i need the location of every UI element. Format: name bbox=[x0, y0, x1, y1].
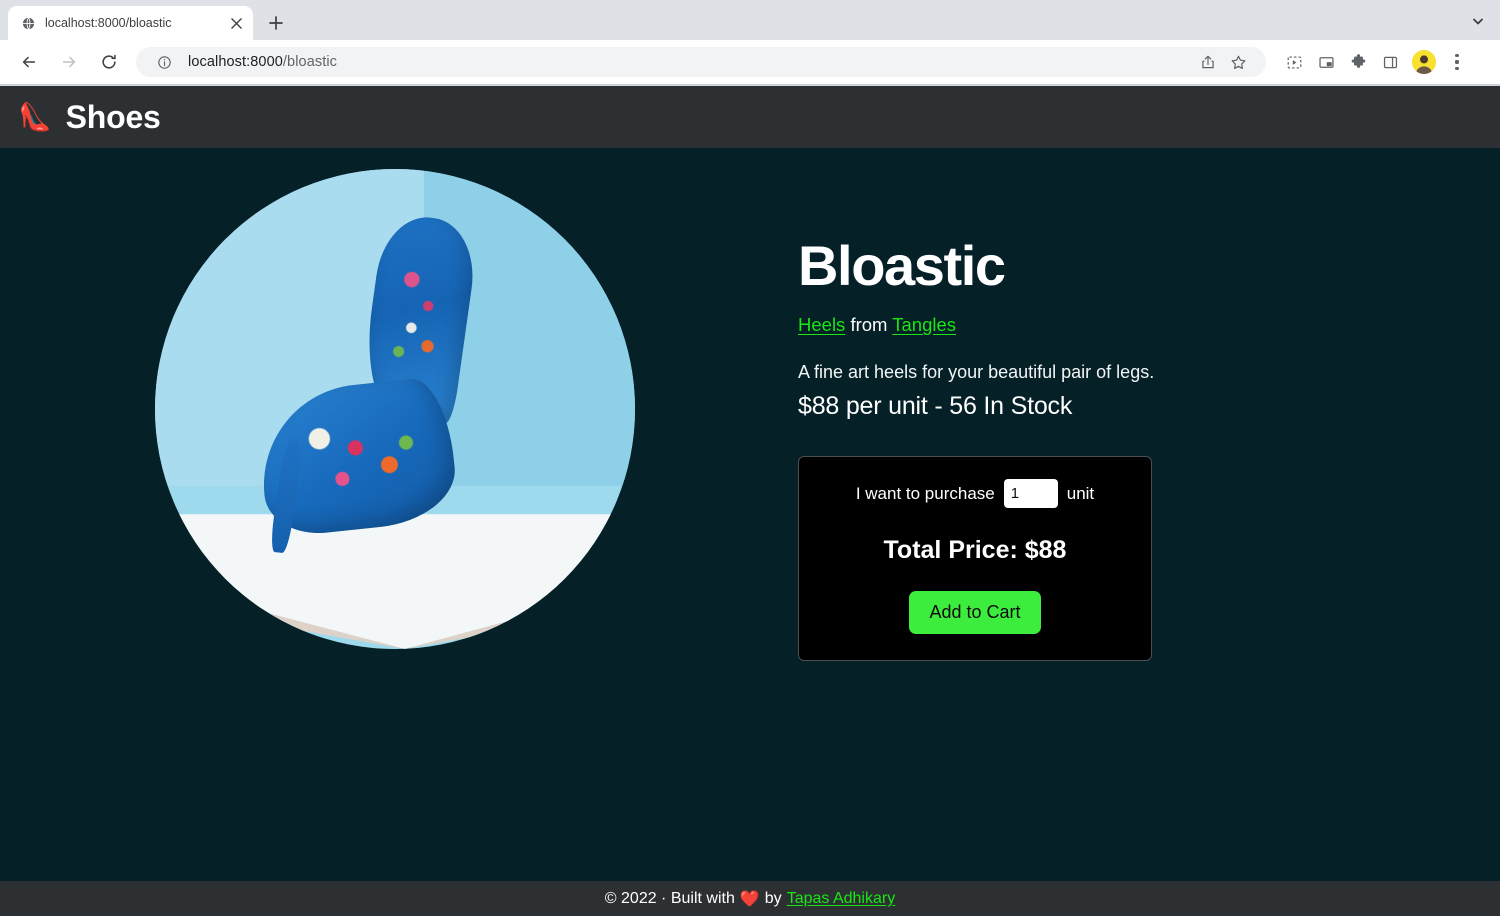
address-bar-actions bbox=[1194, 48, 1252, 76]
chevron-down-icon[interactable] bbox=[1464, 7, 1492, 35]
reload-icon[interactable] bbox=[94, 47, 124, 77]
product-brand-link[interactable]: Tangles bbox=[892, 314, 956, 335]
profile-avatar[interactable] bbox=[1412, 50, 1436, 74]
url-host: localhost:8000 bbox=[188, 54, 283, 70]
star-icon[interactable] bbox=[1224, 48, 1252, 76]
globe-icon bbox=[20, 15, 36, 31]
purchase-prompt-prefix: I want to purchase bbox=[855, 483, 995, 503]
info-circle-icon[interactable] bbox=[150, 48, 178, 76]
product-description: A fine art heels for your beautiful pair… bbox=[798, 362, 1155, 382]
product-price-stock: $88 per unit - 56 In Stock bbox=[798, 392, 1073, 420]
new-tab-button[interactable] bbox=[262, 9, 290, 37]
footer-copyright: © 2022 · Built with bbox=[604, 889, 735, 907]
meta-from-word: from bbox=[850, 314, 888, 335]
close-icon[interactable] bbox=[227, 14, 245, 32]
address-bar-url: localhost:8000/bloastic bbox=[188, 54, 337, 70]
arrow-left-icon[interactable] bbox=[14, 47, 44, 77]
quantity-row: I want to purchase unit bbox=[819, 479, 1131, 508]
product-details: Bloastic Heels from Tangles A fine art h… bbox=[790, 148, 1310, 661]
footer-by-word: by bbox=[764, 889, 782, 907]
tab-strip: localhost:8000/bloastic bbox=[0, 0, 1500, 40]
purchase-card: I want to purchase unit Total Price: $88… bbox=[798, 456, 1152, 661]
site-footer: © 2022 · Built with ❤️ by Tapas Adhikary bbox=[0, 881, 1500, 916]
picture-in-picture-icon[interactable] bbox=[1312, 48, 1340, 76]
arrow-right-icon[interactable] bbox=[54, 47, 84, 77]
page-viewport: 👠 Shoes Bloastic Heels from Tangles A fi… bbox=[0, 86, 1500, 916]
quantity-input[interactable] bbox=[1003, 479, 1058, 508]
total-price-label: Total Price: $88 bbox=[883, 536, 1067, 564]
browser-toolbar: localhost:8000/bloastic bbox=[0, 40, 1500, 85]
product-image bbox=[155, 169, 635, 649]
puzzle-icon[interactable] bbox=[1344, 48, 1372, 76]
add-to-cart-button[interactable]: Add to Cart bbox=[909, 591, 1041, 634]
purchase-prompt-suffix: unit bbox=[1066, 483, 1095, 503]
side-panel-icon[interactable] bbox=[1376, 48, 1404, 76]
high-heel-icon: 👠 bbox=[18, 101, 52, 132]
browser-window: localhost:8000/bloastic localhost:8000/b… bbox=[0, 0, 1500, 916]
product-image-container bbox=[0, 148, 790, 649]
product-category-link[interactable]: Heels bbox=[798, 314, 845, 335]
browser-tab[interactable]: localhost:8000/bloastic bbox=[8, 6, 253, 40]
share-icon[interactable] bbox=[1194, 48, 1222, 76]
site-brand-name[interactable]: Shoes bbox=[66, 99, 161, 136]
three-dots-menu-icon[interactable] bbox=[1444, 48, 1470, 76]
url-path: /bloastic bbox=[282, 54, 338, 70]
tab-title: localhost:8000/bloastic bbox=[45, 16, 172, 30]
address-bar[interactable]: localhost:8000/bloastic bbox=[136, 47, 1266, 77]
page-title: Bloastic bbox=[798, 234, 1006, 297]
product-page-content: Bloastic Heels from Tangles A fine art h… bbox=[0, 148, 1500, 883]
toolbar-extension-icons bbox=[1280, 48, 1470, 76]
product-meta: Heels from Tangles bbox=[798, 314, 1310, 336]
qr-capture-icon[interactable] bbox=[1280, 48, 1308, 76]
site-header: 👠 Shoes bbox=[0, 86, 1500, 148]
footer-author-link[interactable]: Tapas Adhikary bbox=[787, 890, 896, 908]
heart-icon: ❤️ bbox=[739, 890, 760, 908]
